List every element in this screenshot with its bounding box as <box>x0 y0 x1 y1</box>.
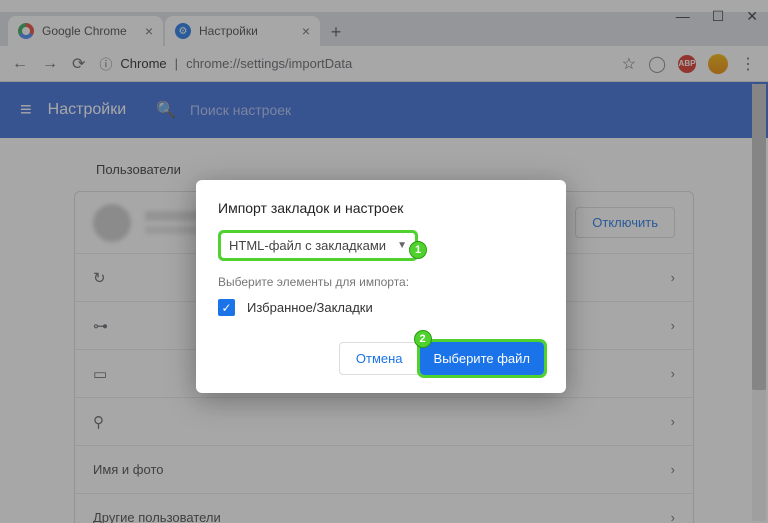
annotation-badge-1: 1 <box>409 241 427 259</box>
dialog-title: Импорт закладок и настроек <box>218 200 544 216</box>
checkbox-checked-icon[interactable]: ✓ <box>218 299 235 316</box>
favorites-checkbox-row[interactable]: ✓ Избранное/Закладки <box>218 299 544 316</box>
import-items-label: Выберите элементы для импорта: <box>218 275 544 289</box>
cancel-button[interactable]: Отмена <box>339 342 420 375</box>
import-source-select[interactable]: HTML-файл с закладками ▼ 1 <box>218 230 418 261</box>
annotation-badge-2: 2 <box>414 330 432 348</box>
checkbox-label: Избранное/Закладки <box>247 300 373 315</box>
choose-file-button[interactable]: Выберите файл <box>420 342 544 375</box>
chevron-down-icon: ▼ <box>397 240 407 251</box>
import-data-dialog: Импорт закладок и настроек HTML-файл с з… <box>196 180 566 393</box>
select-value: HTML-файл с закладками <box>229 238 386 253</box>
